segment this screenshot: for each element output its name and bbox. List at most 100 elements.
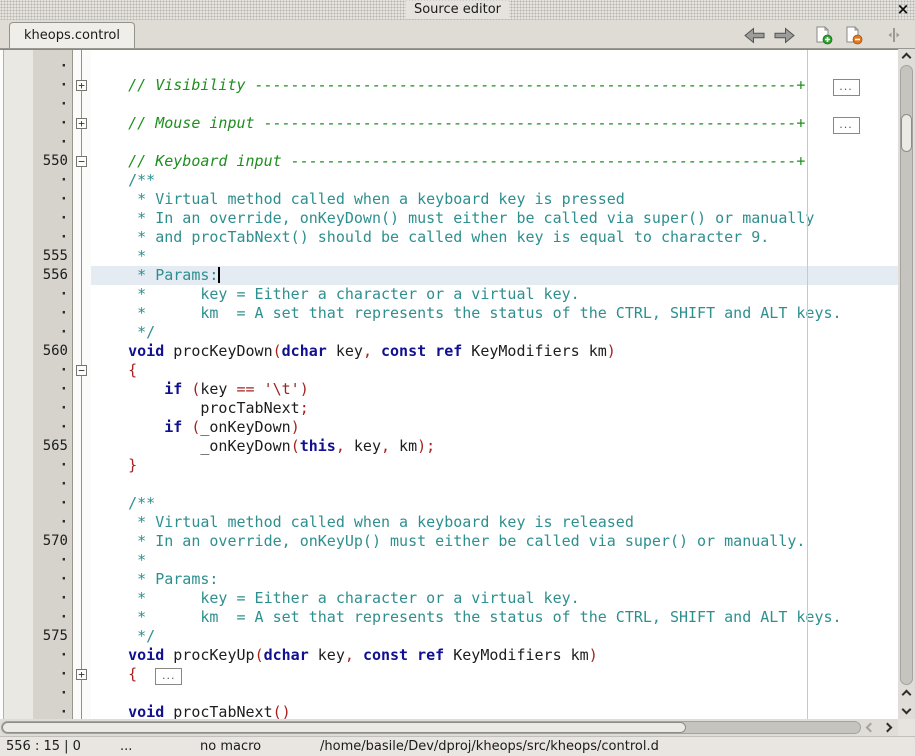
- fold-collapse-icon[interactable]: −: [76, 365, 87, 376]
- line-number: ·: [0, 551, 73, 570]
- code-line[interactable]: 550− // Keyboard input -----------------…: [0, 152, 898, 171]
- vertical-scrollbar[interactable]: [898, 49, 915, 719]
- line-number: ·: [0, 95, 73, 114]
- horizontal-scrollbar-thumb[interactable]: [2, 722, 686, 733]
- code-line[interactable]: 565 _onKeyDown(this, key, km);: [0, 437, 898, 456]
- code-line[interactable]: · * Params:: [0, 570, 898, 589]
- code-text: * Virtual method called when a keyboard …: [91, 190, 898, 209]
- code-line[interactable]: ·+ { ...: [0, 665, 898, 684]
- code-text: * Params:: [91, 570, 898, 589]
- code-line[interactable]: · * In an override, onKeyDown() must eit…: [0, 209, 898, 228]
- line-number: ·: [0, 323, 73, 342]
- line-number: ·: [0, 703, 73, 719]
- code-line[interactable]: ·+ // Visibility -----------------------…: [0, 76, 898, 95]
- code-line[interactable]: ·: [0, 475, 898, 494]
- tab-label: kheops.control: [24, 28, 120, 43]
- close-icon[interactable]: ×: [895, 1, 911, 17]
- code-line[interactable]: 570 * In an override, onKeyUp() must eit…: [0, 532, 898, 551]
- code-line[interactable]: · void procKeyUp(dchar key, const ref Ke…: [0, 646, 898, 665]
- scrollbar-corner: [898, 719, 915, 736]
- window-titlebar[interactable]: Source editor ×: [0, 0, 915, 20]
- fold-expand-icon[interactable]: +: [76, 669, 87, 680]
- code-line[interactable]: ·: [0, 684, 898, 703]
- code-text: */: [91, 627, 898, 646]
- code-line[interactable]: 556 * Params:: [0, 266, 898, 285]
- line-number: 550: [0, 152, 73, 171]
- code-line[interactable]: · }: [0, 456, 898, 475]
- split-view-icon[interactable]: [883, 25, 905, 45]
- fold-expand-icon[interactable]: +: [76, 118, 87, 129]
- code-text: [91, 684, 898, 703]
- macro-status: no macro: [200, 739, 261, 754]
- code-line[interactable]: ·+ // Mouse input ----------------------…: [0, 114, 898, 133]
- fold-gutter: [73, 551, 91, 570]
- code-line[interactable]: · procTabNext;: [0, 399, 898, 418]
- fold-expand-icon[interactable]: +: [76, 80, 87, 91]
- code-line[interactable]: 560 void procKeyDown(dchar key, const re…: [0, 342, 898, 361]
- scroll-up-alt-icon[interactable]: [898, 686, 915, 702]
- code-line[interactable]: ·: [0, 133, 898, 152]
- document-remove-icon[interactable]: [843, 25, 865, 45]
- code-line[interactable]: · *: [0, 551, 898, 570]
- fold-gutter: [73, 323, 91, 342]
- code-line[interactable]: · * and procTabNext() should be called w…: [0, 228, 898, 247]
- code-line[interactable]: · * km = A set that represents the statu…: [0, 304, 898, 323]
- horizontal-scrollbar[interactable]: [0, 719, 898, 736]
- folded-code-box[interactable]: ...: [155, 668, 182, 685]
- code-line[interactable]: · * Virtual method called when a keyboar…: [0, 190, 898, 209]
- line-number: ·: [0, 361, 73, 380]
- scroll-up-icon[interactable]: [898, 49, 915, 65]
- code-line[interactable]: ·− {: [0, 361, 898, 380]
- code-line[interactable]: · if (_onKeyDown): [0, 418, 898, 437]
- code-line[interactable]: · /**: [0, 171, 898, 190]
- code-text: * Virtual method called when a keyboard …: [91, 513, 898, 532]
- folded-code-box[interactable]: ...: [833, 117, 860, 134]
- code-line[interactable]: · void procTabNext(): [0, 703, 898, 719]
- code-line[interactable]: ·: [0, 95, 898, 114]
- line-number: ·: [0, 228, 73, 247]
- vertical-scrollbar-trough[interactable]: [900, 65, 913, 685]
- line-number: 555: [0, 247, 73, 266]
- fold-gutter: [73, 247, 91, 266]
- fold-gutter: [73, 684, 91, 703]
- code-line[interactable]: · * Virtual method called when a keyboar…: [0, 513, 898, 532]
- code-line[interactable]: · /**: [0, 494, 898, 513]
- fold-gutter: [73, 304, 91, 323]
- vertical-scrollbar-thumb[interactable]: [901, 114, 912, 152]
- scroll-left-icon[interactable]: [862, 719, 878, 736]
- code-text: void procKeyDown(dchar key, const ref Ke…: [91, 342, 898, 361]
- code-line[interactable]: ·: [0, 57, 898, 76]
- fold-gutter: [73, 627, 91, 646]
- fold-gutter: [73, 342, 91, 361]
- code-text: [91, 57, 898, 76]
- scroll-down-icon[interactable]: [898, 701, 915, 717]
- back-arrow-icon[interactable]: [743, 25, 765, 45]
- line-number: ·: [0, 570, 73, 589]
- code-line[interactable]: · if (key == '\t'): [0, 380, 898, 399]
- forward-arrow-icon[interactable]: [773, 25, 795, 45]
- fold-gutter: [73, 589, 91, 608]
- horizontal-scrollbar-trough[interactable]: [1, 721, 861, 734]
- line-number: ·: [0, 76, 73, 95]
- code-line[interactable]: · */: [0, 323, 898, 342]
- scroll-right-icon[interactable]: [879, 719, 895, 736]
- folded-code-box[interactable]: ...: [833, 79, 860, 96]
- tab-kheops-control[interactable]: kheops.control: [9, 22, 135, 48]
- code-line[interactable]: · * km = A set that represents the statu…: [0, 608, 898, 627]
- line-number: ·: [0, 646, 73, 665]
- code-text: _onKeyDown(this, key, km);: [91, 437, 898, 456]
- new-document-add-icon[interactable]: [813, 25, 835, 45]
- status-dots: ...: [120, 739, 132, 754]
- line-number: ·: [0, 494, 73, 513]
- line-number: ·: [0, 171, 73, 190]
- code-text: {: [91, 361, 898, 380]
- code-line[interactable]: 575 */: [0, 627, 898, 646]
- code-line[interactable]: · * key = Either a character or a virtua…: [0, 285, 898, 304]
- code-text: [91, 133, 898, 152]
- fold-collapse-icon[interactable]: −: [76, 156, 87, 167]
- code-line[interactable]: 555 *: [0, 247, 898, 266]
- code-editor[interactable]: ··+ // Visibility ----------------------…: [0, 49, 898, 719]
- fold-gutter: [73, 95, 91, 114]
- code-line[interactable]: · * key = Either a character or a virtua…: [0, 589, 898, 608]
- fold-gutter: +: [73, 665, 91, 684]
